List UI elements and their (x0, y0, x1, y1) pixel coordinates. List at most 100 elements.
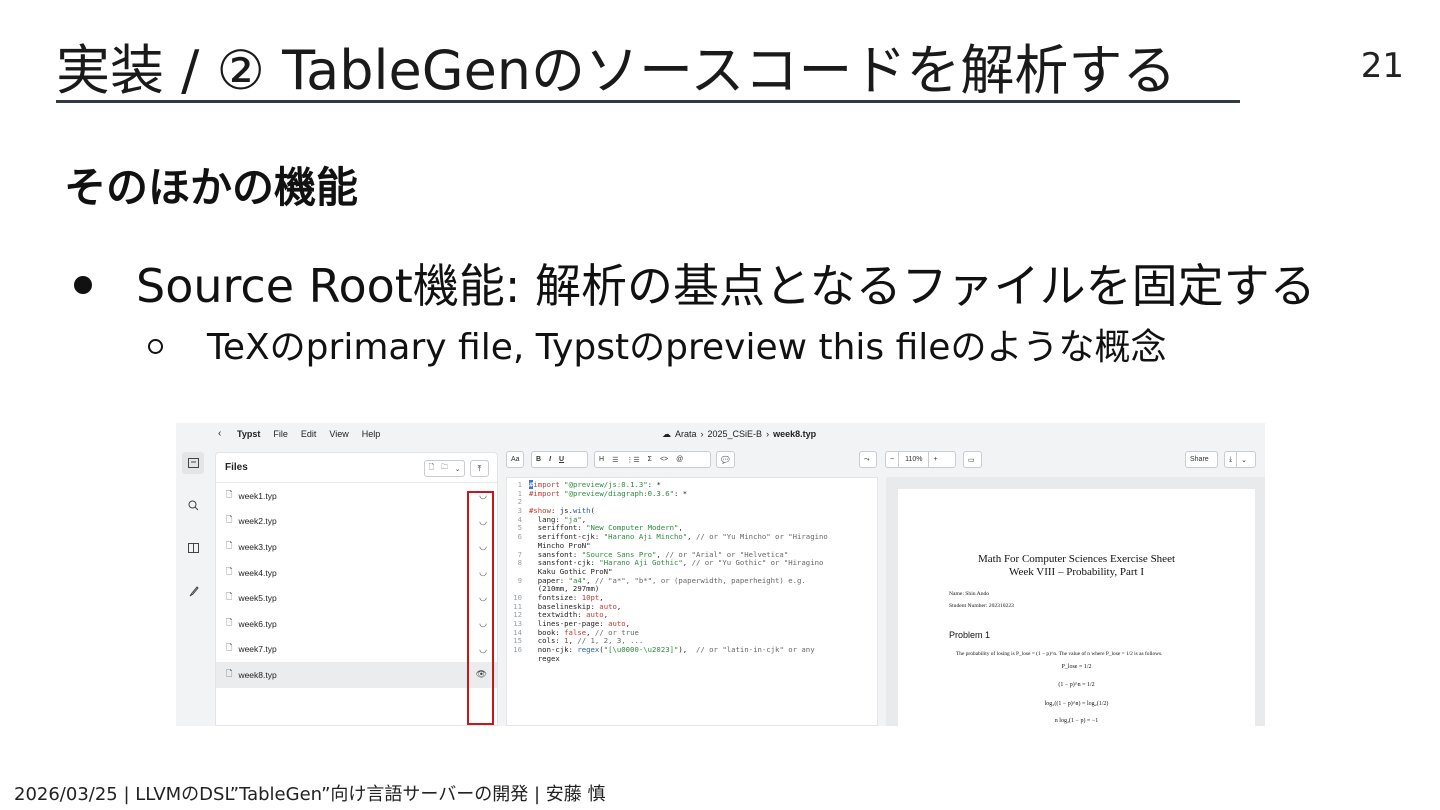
new-file-icon[interactable]: 🗋 (425, 461, 438, 476)
section-heading: そのほかの機能 (64, 163, 359, 212)
bullet-main: Source Root機能: 解析の基点となるファイルを固定する (74, 250, 1316, 316)
file-name: week7.typ (238, 644, 277, 655)
activity-rail (176, 445, 210, 726)
book-icon[interactable] (182, 537, 204, 559)
file-item[interactable]: 🗋 week2.typ ◡ (216, 509, 497, 535)
breadcrumb-file[interactable]: week8.typ (773, 429, 816, 440)
export-buttons: ⤓ ⌄ (1224, 451, 1256, 468)
document-title: Math For Computer Sciences Exercise Shee… (977, 553, 1176, 565)
line-number (507, 655, 529, 664)
line-number: 16 (513, 645, 522, 655)
back-icon[interactable]: ‹ (218, 428, 221, 439)
document-icon: 🗋 (226, 643, 233, 653)
bullet-dot-icon (74, 276, 92, 294)
title-underline (56, 100, 1240, 103)
breadcrumb-separator: › (766, 429, 770, 439)
bullet-list-icon[interactable]: ☰ (608, 452, 622, 467)
preview-page: Math For Computer Sciences Exercise Shee… (898, 489, 1255, 726)
new-folder-icon[interactable]: 🗀 (438, 461, 451, 476)
file-item-selected[interactable]: 🗋 week8.typ 👁 (216, 662, 497, 688)
bullet-sub-text: TeXのprimary file, Typstのpreview this fil… (207, 327, 1167, 368)
zoom-in-button[interactable]: + (929, 452, 941, 467)
numbered-list-icon[interactable]: ⋮☰ (622, 452, 643, 467)
format-toolbar: B I U (531, 451, 588, 468)
zoom-control: − 110% + (885, 451, 956, 468)
code-line: 1 #import "@preview/diagraph:0.3.6": * (507, 488, 877, 499)
at-icon[interactable]: @ (672, 452, 687, 467)
document-icon: 🗋 (226, 566, 233, 576)
file-name: week6.typ (238, 618, 277, 629)
bold-button[interactable]: B (532, 452, 545, 467)
document-icon: 🗋 (226, 668, 233, 678)
bullet-main-text: Source Root機能: 解析の基点となるファイルを固定する (136, 259, 1316, 313)
file-item[interactable]: 🗋 week5.typ ◡ (216, 585, 497, 611)
zoom-out-button[interactable]: − (886, 452, 898, 467)
equation: (1 − p)^n = 1/2 (1058, 682, 1095, 688)
breadcrumb: ☁ Arata › 2025_CSiE-B › week8.typ (662, 429, 816, 440)
file-item[interactable]: 🗋 week7.typ ◡ (216, 637, 497, 663)
brush-icon[interactable] (182, 580, 204, 602)
menu-typst[interactable]: Typst (237, 429, 260, 439)
chevron-down-icon[interactable]: ⌄ (1236, 452, 1251, 467)
files-panel: Files 🗋 🗀 ⌄ ⤒ 🗋 week1.typ ◡ 🗋 week2.typ ◡ 🗋 w… (215, 452, 498, 726)
chevron-down-icon[interactable]: ⌄ (451, 461, 464, 476)
line-number: 8 (517, 558, 522, 568)
file-item[interactable]: 🗋 week4.typ ◡ (216, 560, 497, 586)
bullet-sub: TeXのprimary file, Typstのpreview this fil… (148, 318, 1166, 370)
italic-button[interactable]: I (545, 452, 555, 467)
font-style-button[interactable]: Aa (506, 451, 524, 468)
menu-help[interactable]: Help (362, 429, 381, 439)
document-subtitle: Week VIII – Probability, Part I (1008, 566, 1145, 578)
author-name: Name: Shin Ando (949, 591, 990, 597)
file-item[interactable]: 🗋 week1.typ ◡ (216, 483, 497, 509)
code-line: regex (507, 653, 877, 664)
new-file-buttons: 🗋 🗀 ⌄ (424, 460, 465, 477)
breadcrumb-project[interactable]: 2025_CSiE-B (708, 429, 763, 440)
line-number: 6 (517, 532, 522, 542)
file-name: week4.typ (238, 567, 277, 578)
file-name: week8.typ (238, 669, 277, 680)
heading-button[interactable]: H (595, 452, 608, 467)
document-icon: 🗋 (226, 515, 233, 525)
problem-text: The probability of losing is P_lose = (1… (956, 651, 1163, 657)
sync-cursor-icon[interactable]: ⤳ (859, 451, 877, 468)
file-item[interactable]: 🗋 week6.typ ◡ (216, 611, 497, 637)
breadcrumb-separator: › (700, 429, 704, 439)
code-icon[interactable]: <> (656, 452, 672, 467)
share-button[interactable]: Share (1185, 451, 1218, 468)
breadcrumb-owner[interactable]: Arata (675, 429, 697, 440)
underline-button[interactable]: U (555, 452, 568, 467)
equation: log₂((1 − p)^n) = log₂(1/2) (1044, 701, 1109, 707)
student-number: Student Number: 202310223 (949, 603, 1014, 609)
code-line: 16 non-cjk: regex("[\u0000-\u2023]"), //… (507, 645, 877, 655)
document-icon: 🗋 (226, 592, 233, 602)
document-icon: 🗋 (226, 540, 233, 550)
menu-edit[interactable]: Edit (301, 429, 317, 439)
cloud-icon: ☁ (662, 429, 671, 439)
files-icon[interactable] (182, 452, 204, 474)
code-text: non-cjk: regex("[\u0000-\u2023]"), // or… (529, 645, 815, 655)
file-item[interactable]: 🗋 week3.typ ◡ (216, 534, 497, 560)
line-number: 9 (517, 575, 522, 585)
frame-icon[interactable]: ▭ (963, 451, 982, 468)
document-icon: 🗋 (226, 489, 233, 499)
code-text: regex (529, 653, 560, 663)
code-editor[interactable]: 1 #import "@preview/js:0.1.3": * 1 #import … (506, 477, 878, 726)
download-icon[interactable]: ⤓ (1225, 452, 1236, 467)
menu-file[interactable]: File (273, 429, 288, 439)
math-sum-icon[interactable]: Σ (644, 452, 656, 467)
code-text: #import "@preview/diagraph:0.3.6": * (529, 488, 688, 498)
zoom-level: 110% (898, 452, 930, 467)
menu-view[interactable]: View (329, 429, 348, 439)
comment-icon[interactable]: 💬 (716, 451, 735, 468)
file-list: 🗋 week1.typ ◡ 🗋 week2.typ ◡ 🗋 week3.typ ◡ 🗋 wee… (216, 483, 497, 688)
file-name: week3.typ (238, 541, 277, 552)
search-icon[interactable] (182, 494, 204, 516)
document-icon: 🗋 (226, 617, 233, 627)
files-panel-header: Files 🗋 🗀 ⌄ ⤒ (216, 453, 497, 483)
preview-pane[interactable]: Math For Computer Sciences Exercise Shee… (886, 477, 1265, 726)
bullet-ring-icon (148, 338, 163, 354)
equation: P_lose = 1/2 (1061, 664, 1092, 670)
code-lines: 1 #import "@preview/js:0.1.3": * 1 #import … (507, 478, 877, 663)
upload-icon[interactable]: ⤒ (470, 460, 489, 477)
